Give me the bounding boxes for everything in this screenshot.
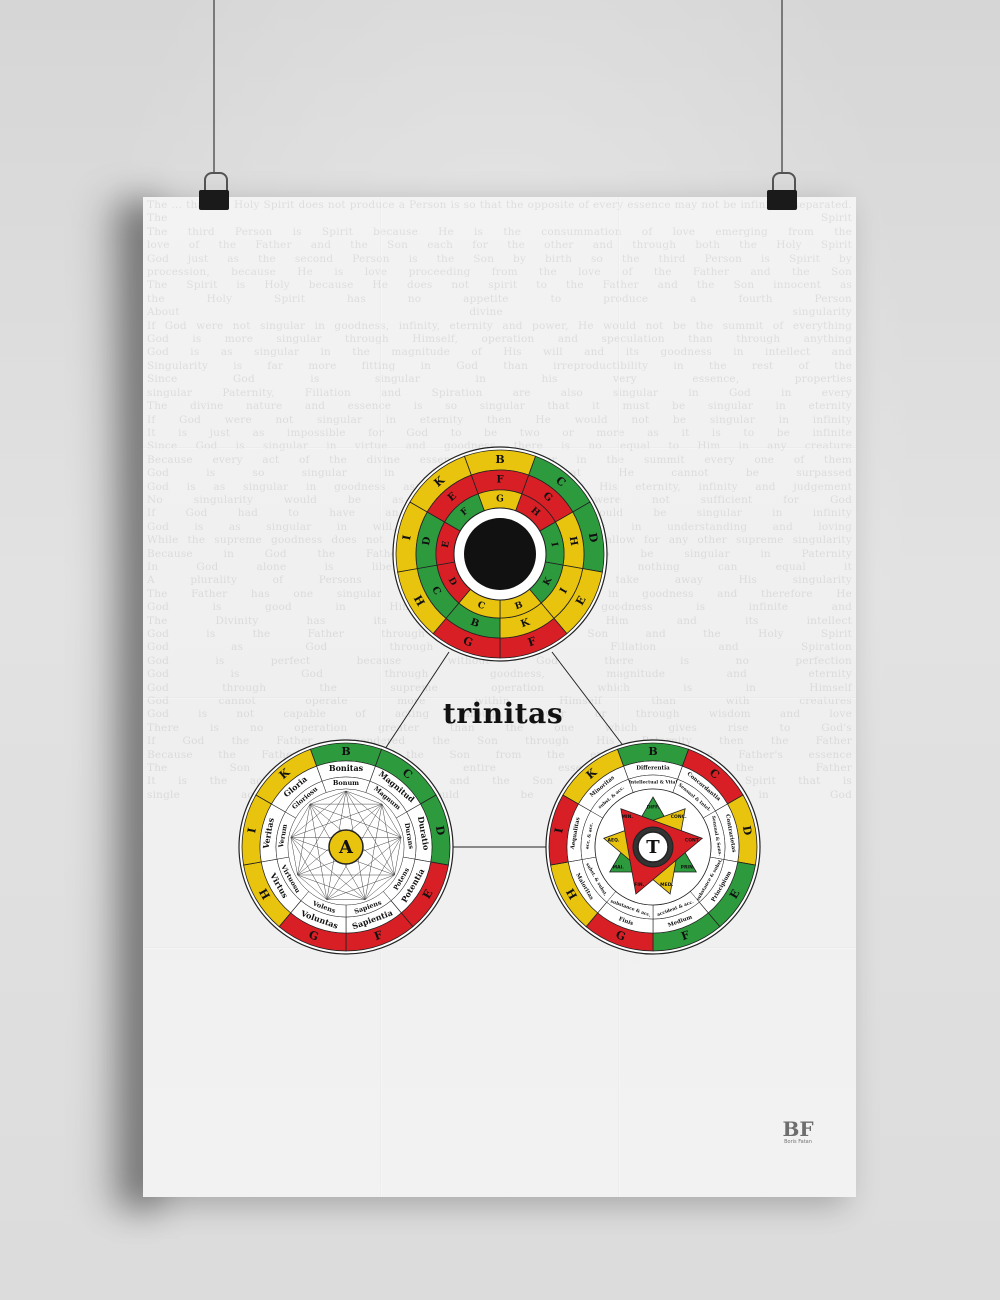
designer-logo: BF Boris Fatan bbox=[773, 1117, 823, 1145]
poster-title: trinitas bbox=[442, 697, 564, 730]
right-wheel-triangle-label: CONT. bbox=[685, 838, 700, 844]
right-wheel: BDifferentiaIntellectual & VitalCConcord… bbox=[545, 739, 761, 955]
top-wheel-inner-letter: G bbox=[496, 495, 504, 505]
left-wheel-center-letter: A bbox=[338, 837, 354, 858]
right-wheel-triangle-label: MED. bbox=[660, 882, 673, 888]
right-wheel-triangle-label: DIFF. bbox=[647, 805, 660, 811]
hanging-wire-left bbox=[213, 0, 215, 172]
left-wheel: BBonitasBonumCMagnitudMagnumDDuratioDura… bbox=[238, 739, 454, 955]
right-wheel-triangle-label: MIN. bbox=[621, 814, 633, 820]
left-wheel-principle: Bonitas bbox=[329, 763, 364, 773]
top-wheel: BCDEFGHIK FGHIKBCDE GHIKBCDEF bbox=[392, 446, 608, 662]
hanging-wire-right bbox=[781, 0, 783, 172]
right-wheel-relative: Differentia bbox=[636, 766, 670, 772]
right-wheel-triangle-label: MAI. bbox=[613, 865, 625, 871]
binder-clip-handle-right bbox=[772, 172, 796, 192]
poster: The ... that the Holy Spirit does not pr… bbox=[143, 197, 856, 1197]
right-wheel-center-letter: T bbox=[646, 837, 660, 858]
right-wheel-triangle-label: FIN. bbox=[634, 882, 645, 888]
left-wheel-outer-letter: B bbox=[341, 745, 350, 758]
right-wheel-triangle-label: PRIN. bbox=[681, 865, 695, 871]
top-wheel-middle-letter: H bbox=[567, 536, 579, 547]
logo-subtitle: Boris Fatan bbox=[784, 1139, 812, 1145]
left-wheel-adjective: Bonum bbox=[333, 779, 359, 787]
binder-clip-handle-left bbox=[204, 172, 228, 192]
top-wheel-black-center bbox=[464, 518, 536, 590]
top-wheel-outer-letter: B bbox=[495, 453, 504, 466]
right-wheel-triangle-label: CONC. bbox=[671, 814, 687, 820]
binder-clip-right bbox=[767, 190, 797, 210]
top-wheel-middle-letter: F bbox=[496, 475, 503, 486]
right-wheel-triangle-label: AEQ. bbox=[608, 838, 620, 844]
logo-mark: BF bbox=[782, 1117, 814, 1141]
binder-clip-left bbox=[199, 190, 229, 210]
right-wheel-subentry: Intellectual & Vital bbox=[629, 780, 678, 786]
right-wheel-outer-letter: B bbox=[648, 745, 657, 758]
